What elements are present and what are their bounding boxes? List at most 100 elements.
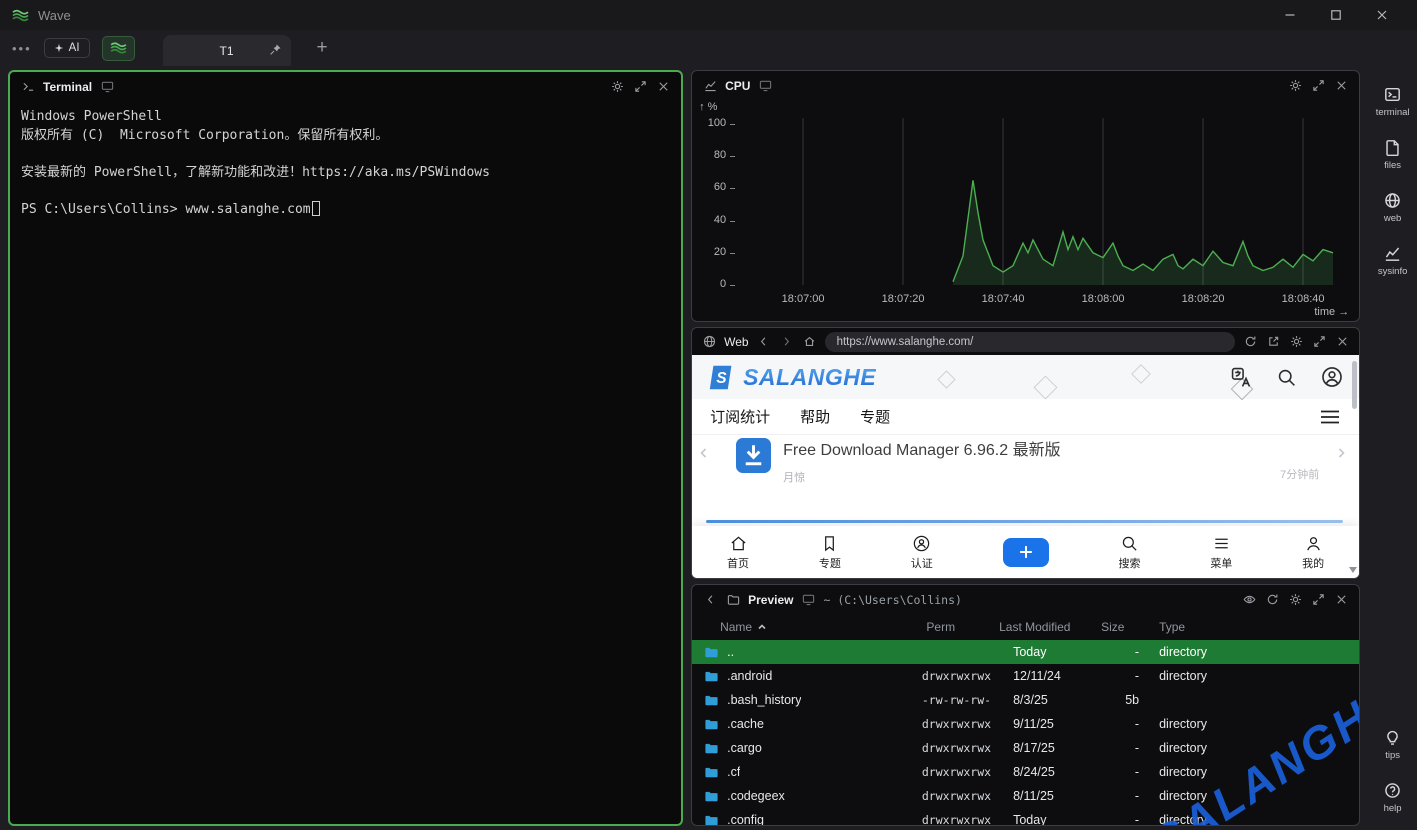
badge-icon	[913, 535, 930, 551]
bottomnav-topics[interactable]: 专题	[819, 534, 841, 571]
bottomnav-profile[interactable]: 我的	[1302, 534, 1324, 571]
bookmark-icon	[825, 535, 835, 551]
folder-icon	[705, 791, 718, 801]
gear-icon[interactable]	[1287, 78, 1303, 94]
expand-icon[interactable]	[1310, 78, 1326, 94]
site-logo[interactable]: S SALANGHE	[708, 364, 876, 391]
minimize-button[interactable]	[1267, 0, 1313, 30]
translate-icon[interactable]	[1231, 367, 1252, 388]
sidebar-item-tips[interactable]: tips	[1384, 729, 1401, 761]
column-perm[interactable]: Perm	[904, 620, 999, 634]
terminal-title: Terminal	[43, 79, 93, 94]
expand-icon[interactable]	[1311, 334, 1327, 350]
sidebar-item-terminal[interactable]: terminal	[1376, 86, 1410, 118]
bottomnav-menu[interactable]: 菜单	[1210, 534, 1232, 571]
widget-sidebar: terminal files web sysinfo tips help	[1368, 70, 1417, 826]
close-icon[interactable]	[655, 79, 671, 95]
monitor-icon[interactable]	[99, 79, 115, 95]
nav-link-subscriptions[interactable]: 订阅统计	[710, 406, 770, 427]
gear-icon[interactable]	[1288, 334, 1304, 350]
table-row[interactable]: .bash_history -rw-rw-rw- 8/3/25 5b	[692, 688, 1359, 712]
window-title: Wave	[38, 7, 71, 23]
gear-icon[interactable]	[1287, 592, 1303, 608]
back-icon[interactable]	[756, 334, 772, 350]
monitor-icon[interactable]	[757, 78, 773, 94]
column-size[interactable]: Size	[1097, 620, 1145, 634]
refresh-icon[interactable]	[1242, 334, 1258, 350]
close-icon[interactable]	[1334, 334, 1350, 350]
title-bar: Wave	[0, 0, 1417, 30]
external-link-icon[interactable]	[1265, 334, 1281, 350]
url-input[interactable]	[824, 331, 1236, 352]
maximize-button[interactable]	[1313, 0, 1359, 30]
carousel-prev-icon[interactable]	[698, 447, 710, 459]
expand-icon[interactable]	[1310, 592, 1326, 608]
article-time: 7分钟前	[1280, 469, 1320, 481]
back-icon[interactable]	[702, 592, 718, 608]
scroll-down-arrow[interactable]	[1349, 567, 1358, 573]
table-row[interactable]: .codegeex drwxrwxrwx 8/11/25 - directory	[692, 784, 1359, 808]
table-row[interactable]: .android drwxrwxrwx 12/11/24 - directory	[692, 664, 1359, 688]
tab-t1[interactable]: T1	[162, 35, 291, 66]
column-type[interactable]: Type	[1145, 620, 1349, 634]
column-name[interactable]: Name	[704, 620, 904, 634]
article-title[interactable]: Free Download Manager 6.96.2 最新版	[783, 436, 1060, 460]
search-icon[interactable]	[1276, 367, 1297, 388]
cpu-xtick-label: 18:07:40	[981, 293, 1025, 305]
file-type: directory	[1159, 789, 1208, 803]
file-name-cell: .bash_history	[704, 693, 904, 708]
bottomnav-verify[interactable]: 认证	[911, 534, 933, 571]
file-name-cell: .android	[704, 669, 904, 684]
sidebar-item-files[interactable]: files	[1384, 139, 1401, 171]
column-modified[interactable]: Last Modified	[999, 620, 1097, 634]
refresh-icon[interactable]	[1264, 592, 1280, 608]
add-button[interactable]	[1002, 537, 1049, 567]
forward-icon[interactable]	[779, 334, 795, 350]
file-size: -	[1134, 765, 1140, 779]
new-tab-button[interactable]: +	[317, 37, 328, 59]
webpage: S SALANGHE 订阅统计 帮助 专题 Free Download Mana…	[692, 355, 1360, 578]
carousel-next-icon[interactable]	[1335, 447, 1347, 459]
folder-icon	[705, 767, 718, 777]
bottomnav-add[interactable]	[1002, 537, 1049, 567]
file-name-cell: .cargo	[704, 741, 904, 756]
workspace-button[interactable]	[101, 35, 135, 61]
nav-link-topics[interactable]: 专题	[860, 406, 890, 427]
sidebar-item-sysinfo[interactable]: sysinfo	[1378, 245, 1407, 277]
ai-button[interactable]: AI	[43, 38, 90, 58]
scrollbar-thumb[interactable]	[1352, 361, 1358, 409]
sidebar-item-web[interactable]: web	[1384, 192, 1401, 224]
terminal-prompt-line[interactable]: PS C:\Users\Collins> www.salanghe.com	[21, 200, 670, 219]
table-row[interactable]: .cf drwxrwxrwx 8/24/25 - directory	[692, 760, 1359, 784]
close-icon[interactable]	[1333, 592, 1349, 608]
terminal-body[interactable]: Windows PowerShell 版权所有 (C) Microsoft Cor…	[10, 101, 681, 824]
table-row[interactable]: .cargo drwxrwxrwx 8/17/25 - directory	[692, 736, 1359, 760]
table-row[interactable]: .cache drwxrwxrwx 9/11/25 - directory	[692, 712, 1359, 736]
bottomnav-search[interactable]: 搜索	[1118, 534, 1140, 571]
close-icon[interactable]	[1333, 78, 1349, 94]
expand-icon[interactable]	[632, 79, 648, 95]
folder-icon	[705, 743, 718, 753]
eye-icon[interactable]	[1241, 592, 1257, 608]
svg-text:S: S	[716, 369, 727, 386]
user-icon[interactable]	[1321, 366, 1343, 388]
bottomnav-home[interactable]: 首页	[727, 534, 749, 571]
gear-icon[interactable]	[609, 79, 625, 95]
monitor-icon[interactable]	[800, 592, 816, 608]
decor-diamond	[1033, 375, 1058, 400]
tab-overflow-button[interactable]: •••	[12, 41, 32, 56]
article-item[interactable]: Free Download Manager 6.96.2 最新版 月惊 7分钟前	[692, 435, 1359, 485]
nav-link-help[interactable]: 帮助	[800, 406, 830, 427]
close-button[interactable]	[1359, 0, 1405, 30]
table-row[interactable]: .config drwxrwxrwx Today - directory	[692, 808, 1359, 825]
cpu-ytick-label: 40	[713, 213, 727, 226]
table-row[interactable]: .. Today - directory	[692, 640, 1360, 664]
hamburger-icon[interactable]	[1319, 409, 1341, 425]
sidebar-item-help[interactable]: help	[1384, 782, 1402, 814]
pin-icon[interactable]	[269, 43, 282, 56]
folder-icon	[705, 647, 718, 657]
terminal-icon	[1385, 87, 1401, 102]
home-icon[interactable]	[802, 334, 818, 350]
cpu-ytick-mark	[730, 188, 736, 190]
